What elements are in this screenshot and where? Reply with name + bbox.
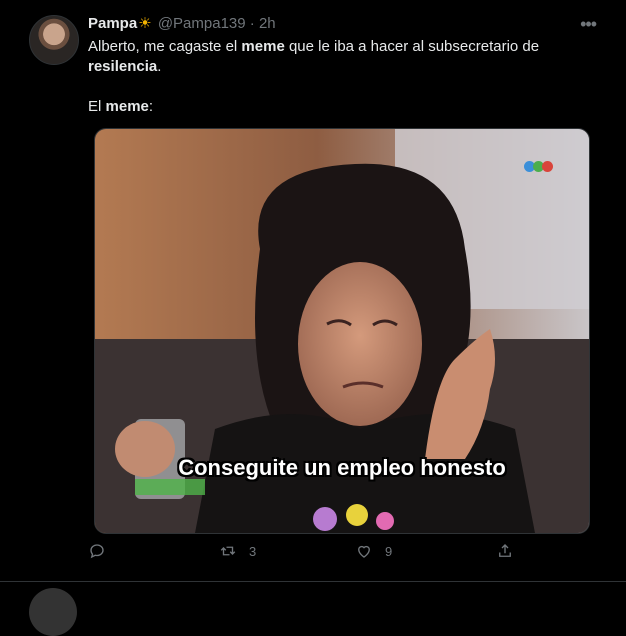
text-span: que le iba a hacer al subsecretario de <box>284 38 540 55</box>
next-tweet-avatar[interactable] <box>29 588 77 636</box>
retweet-count: 3 <box>249 543 257 559</box>
share-button[interactable] <box>496 542 526 560</box>
tweet-header: Pampa☀ @Pampa139 · 2h <box>88 14 276 34</box>
tweet-paragraph: El meme: <box>88 97 568 117</box>
text-span: Alberto, me cagaste el <box>88 38 242 55</box>
text-bold: meme <box>241 38 285 55</box>
avatar[interactable] <box>29 15 79 65</box>
text-span: El <box>88 98 106 115</box>
timestamp[interactable]: 2h <box>259 15 276 32</box>
display-name[interactable]: Pampa <box>88 15 137 32</box>
text-bold: resilencia <box>88 58 158 75</box>
tweet-divider <box>0 581 626 582</box>
reply-icon <box>90 544 104 559</box>
more-options-icon[interactable]: ••• <box>580 14 597 35</box>
tweet-actions: 3 9 <box>88 542 518 568</box>
tweet[interactable]: Pampa☀ @Pampa139 · 2h ••• Alberto, me ca… <box>0 0 626 636</box>
text-span: . <box>157 58 162 75</box>
sun-emoji-icon: ☀ <box>138 15 152 32</box>
separator-dot: · <box>249 15 255 32</box>
heart-icon <box>358 545 370 558</box>
share-icon <box>499 544 511 557</box>
tweet-media-image[interactable]: Conseguite un empleo honesto <box>94 128 590 534</box>
reply-button[interactable] <box>88 542 118 560</box>
like-button[interactable]: 9 <box>355 542 392 560</box>
retweet-button[interactable]: 3 <box>219 542 256 560</box>
retweet-icon <box>220 546 236 556</box>
tweet-text: Alberto, me cagaste el meme que le iba a… <box>88 37 568 117</box>
text-bold: meme <box>105 98 149 115</box>
text-span: : <box>148 98 154 115</box>
logo-dot-red <box>542 161 553 172</box>
meme-caption: Conseguite un empleo honesto <box>178 455 506 480</box>
like-count: 9 <box>385 543 393 559</box>
channel-logo <box>524 159 553 177</box>
tweet-paragraph: Alberto, me cagaste el meme que le iba a… <box>88 37 568 77</box>
user-handle[interactable]: @Pampa139 <box>158 15 246 32</box>
